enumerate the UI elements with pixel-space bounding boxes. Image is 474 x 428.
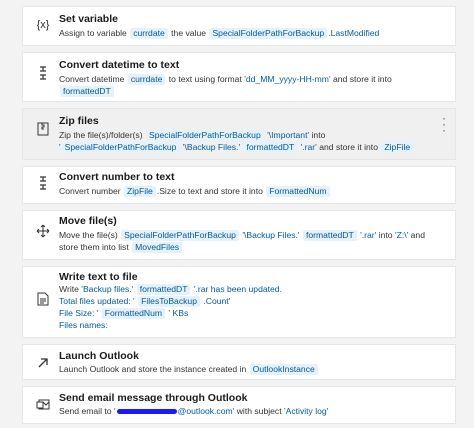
- launch-icon: [35, 355, 51, 371]
- step-zip-files[interactable]: Zip files Zip the file(s)/folder(s) Spec…: [22, 108, 456, 160]
- string-literal: Total files updated: ': [59, 296, 135, 306]
- string-literal: '.rar': [360, 230, 377, 240]
- step-description: Convert datetime currdate to text using …: [59, 73, 445, 97]
- step-title: Zip files: [59, 115, 99, 127]
- string-literal: Files names:: [59, 320, 108, 330]
- step-set-variable[interactable]: {x} Set variable Assign to variable curr…: [22, 6, 456, 46]
- variable-chip[interactable]: formattedDT: [302, 230, 357, 241]
- step-description: Launch Outlook and store the instance cr…: [59, 363, 445, 375]
- string-literal: 'dd_MM_yyyy-HH-mm': [244, 74, 331, 84]
- desc-text: into: [378, 230, 393, 240]
- variable-chip[interactable]: FilesToBackup: [138, 296, 200, 307]
- email-icon: [35, 397, 51, 413]
- desc-text: the value: [171, 28, 207, 38]
- step-title: Write text to file: [59, 271, 138, 283]
- variable-chip[interactable]: SpecialFolderPathForBackup: [145, 130, 264, 141]
- convert-icon: [35, 175, 51, 191]
- redacted-email-scribble: [116, 409, 177, 415]
- variable-chip[interactable]: ZipFile: [124, 186, 156, 197]
- step-move-files[interactable]: Move file(s) Move the file(s) SpecialFol…: [22, 210, 456, 260]
- desc-text: with subject: [236, 406, 282, 416]
- variable-chip[interactable]: FormattedNum: [101, 308, 166, 319]
- variable-chip[interactable]: SpecialFolderPathForBackup: [209, 28, 328, 39]
- convert-icon: [35, 65, 51, 81]
- step-description: Zip the file(s)/folder(s) SpecialFolderP…: [59, 129, 445, 153]
- desc-text: store them into list: [59, 242, 129, 252]
- write-file-icon: [35, 291, 51, 307]
- step-title: Send email message through Outlook: [59, 392, 248, 404]
- desc-text: .Size to text and store it into: [156, 186, 263, 196]
- desc-text: Convert number: [59, 186, 121, 196]
- desc-text: and: [410, 230, 425, 240]
- step-convert-datetime[interactable]: Convert datetime to text Convert datetim…: [22, 52, 456, 102]
- step-description: Write 'Backup files.' formattedDT '.rar …: [59, 283, 445, 331]
- string-literal: '\Backup Files.': [182, 142, 241, 152]
- zip-icon: [35, 121, 51, 137]
- string-literal: File Size: ': [59, 308, 99, 318]
- more-options-icon[interactable]: · · ·: [439, 112, 449, 136]
- step-title: Launch Outlook: [59, 350, 139, 362]
- variable-icon: {x}: [36, 19, 50, 31]
- variable-chip[interactable]: currdate: [130, 28, 168, 39]
- desc-text: Assign to variable: [59, 28, 127, 38]
- step-title: Set variable: [59, 13, 118, 25]
- step-convert-number[interactable]: Convert number to text Convert number Zi…: [22, 166, 456, 204]
- string-literal: '\Backup Files.': [242, 230, 300, 240]
- string-literal: '\Important': [267, 130, 310, 140]
- variable-chip[interactable]: formattedDT: [243, 142, 298, 153]
- step-launch-outlook[interactable]: Launch Outlook Launch Outlook and store …: [22, 344, 456, 380]
- desc-text: Move the file(s): [59, 230, 118, 240]
- desc-text: Zip the file(s)/folder(s): [59, 130, 143, 140]
- step-description: Assign to variable currdate the value Sp…: [59, 27, 445, 39]
- step-description: Convert number ZipFile .Size to text and …: [59, 185, 445, 197]
- string-literal: @outlook.com': [177, 406, 235, 416]
- desc-text: Launch Outlook and store the instance cr…: [59, 364, 247, 374]
- variable-chip[interactable]: MovedFiles: [132, 242, 183, 253]
- desc-text: Send email to: [59, 406, 112, 416]
- step-write-text-to-file[interactable]: Write text to file Write 'Backup files.'…: [22, 266, 456, 338]
- variable-chip[interactable]: FormattedNum: [266, 186, 330, 197]
- string-literal: ': [113, 406, 116, 416]
- string-literal: .Count': [203, 296, 231, 306]
- step-description: Move the file(s) SpecialFolderPathForBac…: [59, 229, 445, 253]
- move-icon: [35, 223, 51, 239]
- string-literal: 'Activity log': [284, 406, 329, 416]
- desc-text: and store it into: [333, 74, 392, 84]
- variable-chip[interactable]: formattedDT: [60, 86, 114, 97]
- step-description: Send email to ' @outlook.com' with subjec…: [59, 405, 445, 417]
- string-literal: 'Backup files.': [81, 284, 134, 294]
- variable-chip[interactable]: SpecialFolderPathForBackup: [121, 230, 239, 241]
- step-title: Convert datetime to text: [59, 59, 180, 71]
- step-title: Convert number to text: [59, 171, 175, 183]
- string-literal: ': [59, 142, 61, 152]
- variable-chip[interactable]: OutlookInstance: [249, 364, 318, 375]
- desc-text: to text using format: [168, 74, 242, 84]
- desc-text: into: [311, 130, 326, 140]
- variable-chip[interactable]: currdate: [127, 74, 166, 85]
- desc-text: and store it into: [319, 142, 378, 152]
- step-send-email[interactable]: Send email message through Outlook Send …: [22, 386, 456, 424]
- desc-text: Convert datetime: [59, 74, 125, 84]
- string-literal: '.rar': [300, 142, 317, 152]
- desc-text: .LastModified: [328, 28, 380, 38]
- string-literal: '.rar has been updated.: [193, 284, 282, 294]
- step-title: Move file(s): [59, 215, 117, 227]
- string-literal: ' KBs: [168, 308, 189, 318]
- variable-chip[interactable]: formattedDT: [136, 284, 191, 295]
- variable-chip[interactable]: SpecialFolderPathForBackup: [61, 142, 180, 153]
- variable-chip[interactable]: ZipFile: [381, 142, 414, 153]
- string-literal: 'Z:\': [394, 230, 409, 240]
- desc-text: Write: [59, 284, 79, 294]
